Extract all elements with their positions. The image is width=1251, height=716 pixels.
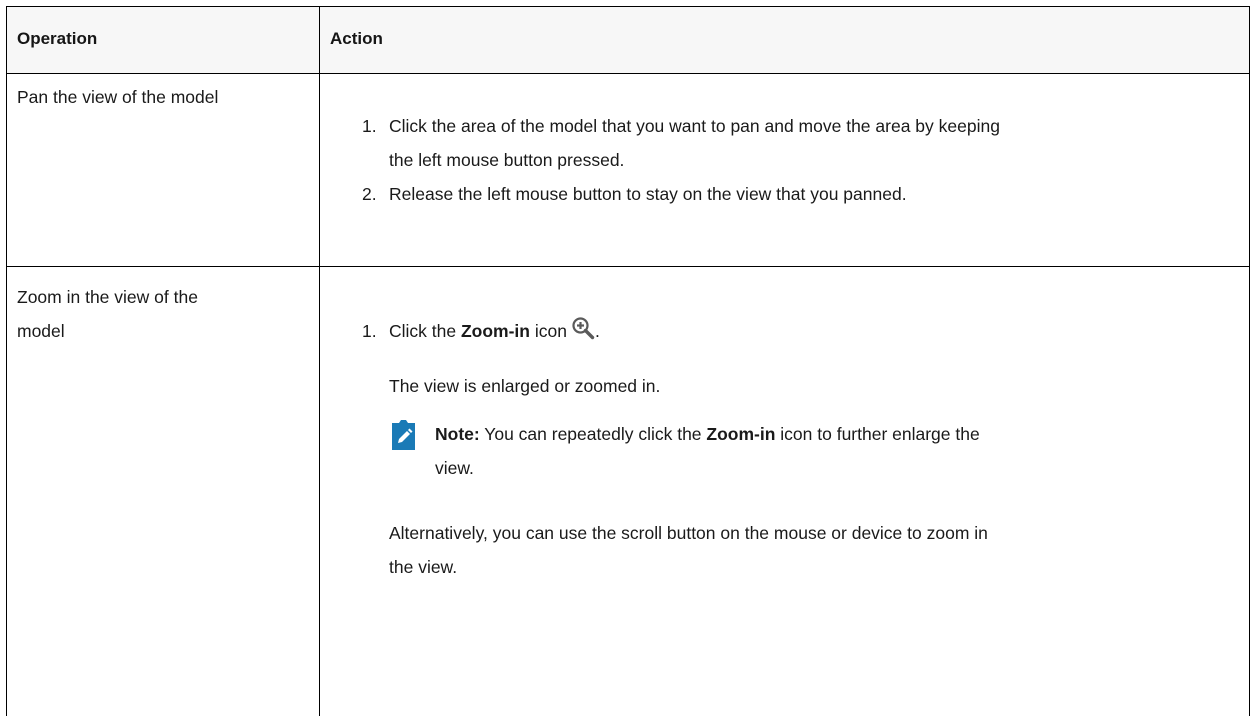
note-line1: Note: You can repeatedly click the Zoom-… [435, 417, 1155, 451]
zoom-step: 1. Click the Zoom-in icon . [362, 314, 1242, 348]
zoom-in-icon [571, 316, 595, 340]
pan-steps: 1. Click the area of the model that you … [362, 109, 1242, 211]
zoom-in-label: Zoom-in [460, 321, 530, 341]
note-zoom-in-label: Zoom-in [706, 424, 776, 444]
step-text-line2: the left mouse button pressed. [389, 150, 625, 170]
table-right-border [1249, 7, 1250, 716]
list-item: 2. Release the left mouse button to stay… [362, 177, 1242, 211]
column-divider [319, 7, 320, 716]
alternative-text: Alternatively, you can use the scroll bu… [389, 516, 1239, 584]
note-prefix: You can repeatedly click the [479, 424, 707, 444]
operation-zoom-line2: model [17, 321, 65, 341]
step-number: 2. [362, 184, 377, 204]
alternative-line1: Alternatively, you can use the scroll bu… [389, 523, 988, 543]
zoom-result: The view is enlarged or zoomed in. [389, 376, 661, 396]
note-line2: view. [435, 458, 474, 478]
table-header-row [7, 7, 1250, 73]
step-text-line1: Release the left mouse button to stay on… [389, 184, 907, 204]
alternative-line2: the view. [389, 557, 458, 577]
step-number: 1. [362, 116, 377, 136]
step-suffix: icon [529, 321, 567, 341]
header-operation: Operation [17, 29, 98, 48]
note-suffix: icon to further enlarge the [775, 424, 980, 444]
step-end: . [594, 321, 600, 341]
note-text: Note: You can repeatedly click the Zoom-… [435, 417, 1155, 485]
note-label: Note: [435, 424, 480, 444]
operation-zoom-line1: Zoom in the view of the [17, 287, 198, 307]
step-prefix: Click the [389, 321, 461, 341]
operations-table: Operation Action Pan the view of the mod… [6, 6, 1250, 716]
list-item: 1. Click the area of the model that you … [362, 109, 1242, 177]
header-divider [7, 73, 1250, 74]
note-icon [390, 419, 417, 451]
list-item: 1. Click the Zoom-in icon . [362, 314, 1242, 348]
note-block: Note: You can repeatedly click the Zoom-… [390, 417, 1230, 487]
step-number: 1. [362, 321, 377, 341]
step-text-line1: Click the area of the model that you wan… [389, 116, 1000, 136]
operation-pan: Pan the view of the model [17, 87, 219, 107]
header-action: Action [330, 29, 383, 48]
operation-zoom: Zoom in the view of the model [17, 280, 198, 348]
row-divider [7, 266, 1250, 267]
